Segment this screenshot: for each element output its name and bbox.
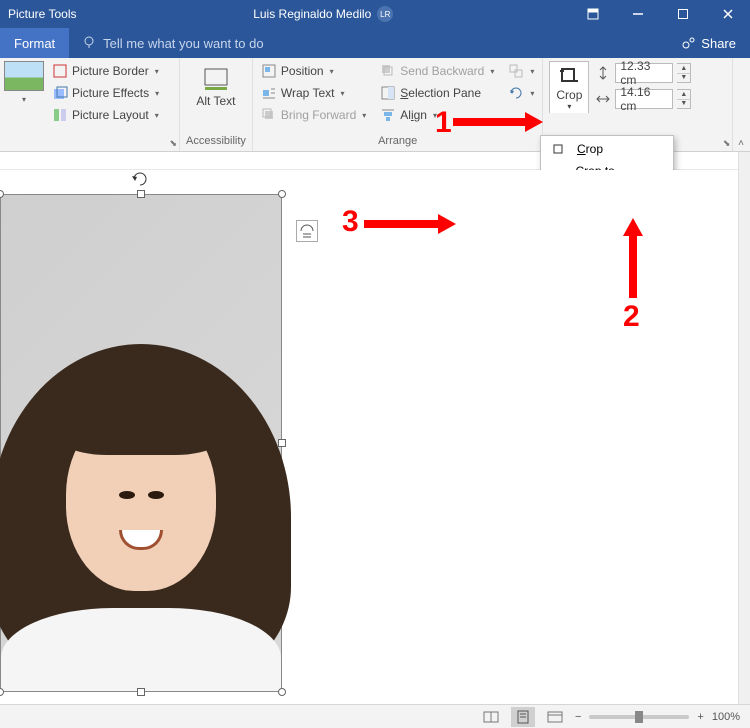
width-value[interactable]: 14.16 cm bbox=[615, 89, 673, 109]
resize-handle-se[interactable] bbox=[278, 688, 286, 696]
resize-handle-sw[interactable] bbox=[0, 688, 4, 696]
annotation-3: 3 bbox=[342, 205, 359, 239]
selection-pane-icon bbox=[380, 85, 396, 101]
tell-me-label: Tell me what you want to do bbox=[103, 36, 263, 51]
width-field[interactable]: 14.16 cm ▲▼ bbox=[595, 89, 691, 109]
position-button[interactable]: Position▾ bbox=[259, 61, 368, 81]
selected-picture[interactable] bbox=[0, 194, 282, 692]
view-read-mode[interactable] bbox=[479, 707, 503, 727]
minimize-button[interactable] bbox=[615, 0, 660, 28]
crop-menu-crop[interactable]: Crop bbox=[541, 138, 673, 160]
height-spinner[interactable]: ▲▼ bbox=[677, 63, 691, 83]
send-backward-button[interactable]: Send Backward▾ bbox=[378, 61, 496, 81]
border-icon bbox=[52, 63, 68, 79]
resize-handle-nw[interactable] bbox=[0, 190, 4, 198]
send-backward-icon bbox=[380, 63, 396, 79]
rotate-button[interactable]: ▾ bbox=[506, 83, 536, 103]
crop-button[interactable]: Crop ▾ bbox=[549, 61, 589, 113]
arrow-1 bbox=[453, 110, 543, 134]
position-icon bbox=[261, 63, 277, 79]
align-icon bbox=[380, 107, 396, 123]
title-context: Picture Tools bbox=[0, 7, 76, 21]
resize-handle-e[interactable] bbox=[278, 439, 286, 447]
rotate-icon bbox=[508, 85, 524, 101]
arrow-2 bbox=[620, 218, 646, 298]
crop-icon bbox=[549, 142, 567, 156]
effects-icon bbox=[52, 85, 68, 101]
tell-me-search[interactable]: Tell me what you want to do bbox=[69, 28, 275, 58]
gallery-more-icon[interactable]: ▾ bbox=[22, 95, 26, 104]
zoom-slider[interactable] bbox=[589, 715, 689, 719]
ribbon-tabs: Format Tell me what you want to do Share bbox=[0, 28, 750, 58]
resize-handle-n[interactable] bbox=[137, 190, 145, 198]
picture-effects-button[interactable]: Picture Effects▾ bbox=[50, 83, 161, 103]
resize-handle-ne[interactable] bbox=[278, 190, 286, 198]
ribbon-display-options-button[interactable] bbox=[570, 0, 615, 28]
titlebar: Picture Tools Luis Reginaldo Medilo LR bbox=[0, 0, 750, 28]
height-value[interactable]: 12.33 cm bbox=[615, 63, 673, 83]
zoom-out-button[interactable]: − bbox=[575, 711, 581, 723]
resize-handle-s[interactable] bbox=[137, 688, 145, 696]
height-field[interactable]: 12.33 cm ▲▼ bbox=[595, 63, 691, 83]
lightbulb-icon bbox=[81, 35, 97, 51]
group-arrange-label: Arrange bbox=[259, 135, 536, 149]
annotation-1: 1 bbox=[435, 106, 452, 140]
size-dialog-launcher[interactable]: ⬊ bbox=[723, 138, 731, 149]
width-icon bbox=[595, 91, 611, 107]
share-button[interactable]: Share bbox=[666, 28, 750, 58]
vertical-scrollbar[interactable] bbox=[738, 152, 750, 704]
collapse-ribbon-button[interactable]: ˄ bbox=[738, 138, 744, 149]
view-print-layout[interactable] bbox=[511, 707, 535, 727]
picture-border-button[interactable]: Picture Border▾ bbox=[50, 61, 161, 81]
group-icon bbox=[508, 63, 524, 79]
tab-format[interactable]: Format bbox=[0, 28, 69, 58]
group-accessibility-label: Accessibility bbox=[186, 135, 246, 149]
person-illustration bbox=[1, 344, 281, 691]
close-button[interactable] bbox=[705, 0, 750, 28]
share-icon bbox=[680, 35, 696, 51]
zoom-level[interactable]: 100% bbox=[712, 711, 740, 723]
picture-layout-button[interactable]: Picture Layout▾ bbox=[50, 105, 161, 125]
alt-text-icon bbox=[202, 65, 230, 93]
bring-forward-icon bbox=[261, 107, 277, 123]
status-bar: − + 100% bbox=[0, 704, 750, 728]
picture-style-gallery[interactable] bbox=[4, 61, 44, 91]
layout-options-button[interactable] bbox=[296, 220, 318, 242]
styles-dialog-launcher[interactable]: ⬊ bbox=[169, 138, 177, 149]
alt-text-button[interactable]: Alt Text bbox=[186, 61, 246, 112]
user-avatar[interactable]: LR bbox=[377, 6, 393, 22]
wrap-text-icon bbox=[261, 85, 277, 101]
height-icon bbox=[595, 65, 611, 81]
group-button[interactable]: ▾ bbox=[506, 61, 536, 81]
layout-icon bbox=[52, 107, 68, 123]
zoom-in-button[interactable]: + bbox=[697, 711, 703, 723]
title-user: Luis Reginaldo Medilo bbox=[253, 7, 371, 21]
crop-icon bbox=[557, 64, 581, 88]
width-spinner[interactable]: ▲▼ bbox=[677, 89, 691, 109]
share-label: Share bbox=[701, 36, 736, 51]
maximize-button[interactable] bbox=[660, 0, 705, 28]
arrow-3 bbox=[364, 212, 456, 236]
annotation-2: 2 bbox=[623, 300, 640, 334]
wrap-text-button[interactable]: Wrap Text▾ bbox=[259, 83, 368, 103]
bring-forward-button[interactable]: Bring Forward▾ bbox=[259, 105, 368, 125]
selection-pane-button[interactable]: Selection Pane bbox=[378, 83, 496, 103]
view-web-layout[interactable] bbox=[543, 707, 567, 727]
